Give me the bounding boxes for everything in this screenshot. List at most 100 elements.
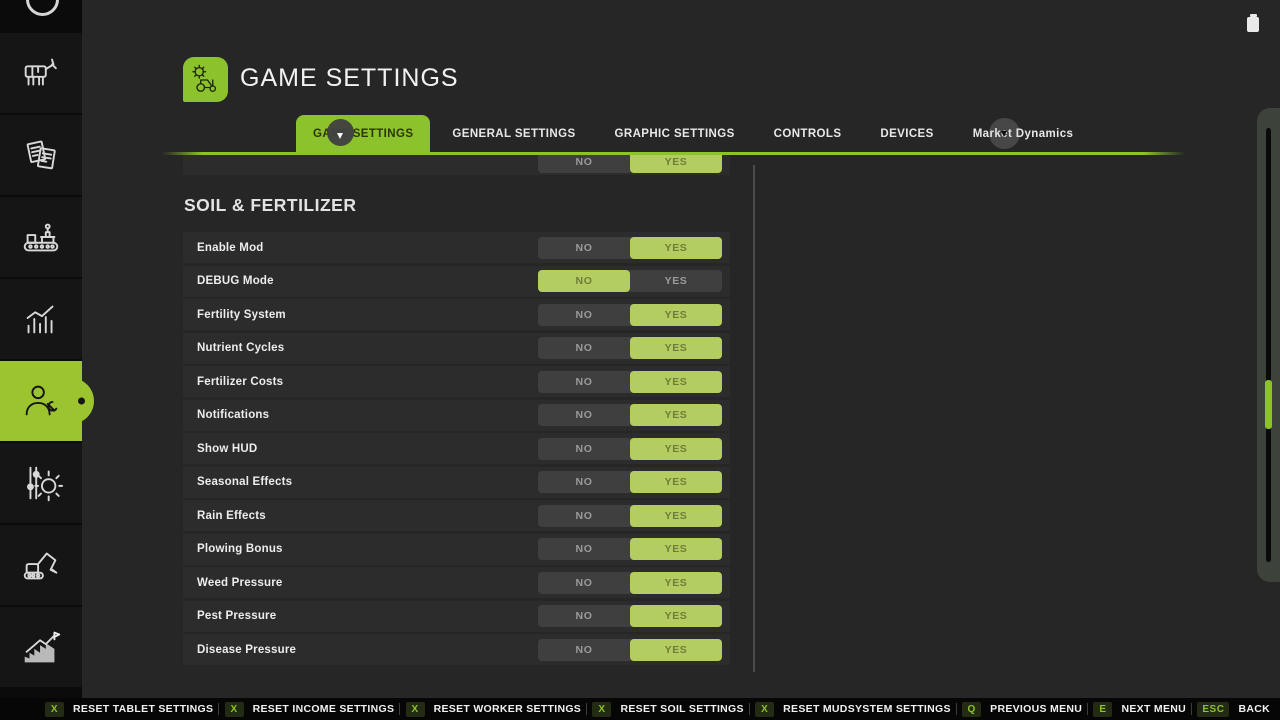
setting-label: Seasonal Effects xyxy=(197,476,292,488)
toggle-yes-button[interactable]: YES xyxy=(630,639,722,661)
statusbar: X RESET TABLET SETTINGS X RESET INCOME S… xyxy=(0,698,1280,720)
toggle-yes-button[interactable]: YES xyxy=(630,404,722,426)
settings-row-rain-effects: Rain Effects NO YES xyxy=(183,500,730,531)
setting-label: Rain Effects xyxy=(197,510,266,522)
sidebar-item-progress[interactable] xyxy=(0,607,82,687)
tab-game-settings[interactable]: GAME SETTINGS xyxy=(296,115,430,152)
toggle-no-button[interactable]: NO xyxy=(538,371,630,393)
yes-no-toggle: NO YES xyxy=(538,471,722,493)
tab-devices[interactable]: DEVICES xyxy=(863,115,950,152)
sidebar-item-contracts[interactable] xyxy=(0,115,82,195)
toggle-yes-button[interactable]: YES xyxy=(630,337,722,359)
tab-market-dynamics[interactable]: Market Dynamics xyxy=(956,115,1091,152)
hotkey-label: RESET MUDSYSTEM SETTINGS xyxy=(783,703,951,715)
player-settings-icon xyxy=(18,378,64,424)
tab-bar: GAME SETTINGSGENERAL SETTINGSGRAPHIC SET… xyxy=(296,115,1090,152)
setting-label: Plowing Bonus xyxy=(197,543,283,555)
tab-general-settings[interactable]: GENERAL SETTINGS xyxy=(435,115,592,152)
toggle-no-button[interactable]: NO xyxy=(538,155,630,173)
tab-controls[interactable]: CONTROLS xyxy=(757,115,859,152)
sidebar-item-production[interactable] xyxy=(0,197,82,277)
statusbar-separator xyxy=(586,703,587,715)
hotkey-badge: X xyxy=(406,702,425,717)
mouse-cursor xyxy=(989,118,1020,149)
toggle-no-button[interactable]: NO xyxy=(538,538,630,560)
statusbar-separator xyxy=(218,703,219,715)
statistics-icon xyxy=(18,296,64,342)
toggle-yes-button[interactable]: YES xyxy=(630,270,722,292)
settings-row-show-hud: Show HUD NO YES xyxy=(183,433,730,464)
yes-no-toggle: NO YES xyxy=(538,371,722,393)
construction-icon xyxy=(18,542,64,588)
settings-panel: NO YES SOIL & FERTILIZER Enable Mod NO Y… xyxy=(183,155,730,668)
settings-row-seasonal-effects: Seasonal Effects NO YES xyxy=(183,467,730,498)
sidebar xyxy=(0,0,82,698)
toggle-yes-button[interactable]: YES xyxy=(630,237,722,259)
yes-no-toggle: NO YES xyxy=(538,639,722,661)
toggle-yes-button[interactable]: YES xyxy=(630,538,722,560)
toggle-yes-button[interactable]: YES xyxy=(630,605,722,627)
setting-label: Disease Pressure xyxy=(197,644,296,656)
toggle-no-button[interactable]: NO xyxy=(538,639,630,661)
scrollbar-thumb[interactable] xyxy=(1265,380,1272,429)
statusbar-separator xyxy=(1191,703,1192,715)
yes-no-toggle: NO YES xyxy=(538,337,722,359)
setting-label: Fertilizer Costs xyxy=(197,376,283,388)
statusbar-separator xyxy=(956,703,957,715)
toggle-no-button[interactable]: NO xyxy=(538,270,630,292)
hotkey-reset-income-settings[interactable]: X RESET INCOME SETTINGS xyxy=(225,702,395,717)
toggle-no-button[interactable]: NO xyxy=(538,605,630,627)
toggle-yes-button[interactable]: YES xyxy=(630,371,722,393)
yes-no-toggle: NO YES xyxy=(538,304,722,326)
hotkey-badge: E xyxy=(1093,702,1112,717)
toggle-no-button[interactable]: NO xyxy=(538,572,630,594)
toggle-no-button[interactable]: NO xyxy=(538,438,630,460)
hotkey-badge: X xyxy=(592,702,611,717)
hotkey-reset-worker-settings[interactable]: X RESET WORKER SETTINGS xyxy=(406,702,581,717)
settings-row-disease-pressure: Disease Pressure NO YES xyxy=(183,634,730,665)
sidebar-item-player-settings[interactable] xyxy=(0,361,82,441)
setting-label: Pest Pressure xyxy=(197,610,276,622)
yes-no-toggle: NO YES xyxy=(538,270,722,292)
scrollbar-track[interactable] xyxy=(1266,128,1271,562)
toggle-no-button[interactable]: NO xyxy=(538,505,630,527)
hotkey-label: NEXT MENU xyxy=(1121,703,1186,715)
statusbar-separator xyxy=(749,703,750,715)
settings-row-notifications: Notifications NO YES xyxy=(183,400,730,431)
toggle-yes-button[interactable]: YES xyxy=(630,471,722,493)
game-tuning-icon xyxy=(18,460,64,506)
hotkey-badge: X xyxy=(225,702,244,717)
toggle-yes-button[interactable]: YES xyxy=(630,155,722,173)
toggle-no-button[interactable]: NO xyxy=(538,337,630,359)
tab-graphic-settings[interactable]: GRAPHIC SETTINGS xyxy=(598,115,752,152)
hotkey-label: RESET INCOME SETTINGS xyxy=(253,703,395,715)
hotkey-reset-tablet-settings[interactable]: X RESET TABLET SETTINGS xyxy=(45,702,213,717)
toggle-no-button[interactable]: NO xyxy=(538,404,630,426)
toggle-yes-button[interactable]: YES xyxy=(630,505,722,527)
hotkey-reset-soil-settings[interactable]: X RESET SOIL SETTINGS xyxy=(592,702,743,717)
toggle-yes-button[interactable]: YES xyxy=(630,438,722,460)
right-scrollbar[interactable] xyxy=(1257,108,1280,582)
hotkey-reset-mudsystem-settings[interactable]: X RESET MUDSYSTEM SETTINGS xyxy=(755,702,951,717)
active-item-notch xyxy=(68,378,94,424)
sidebar-item-game-tuning[interactable] xyxy=(0,443,82,523)
hotkey-badge: ESC xyxy=(1197,702,1229,717)
sidebar-item-statistics[interactable] xyxy=(0,279,82,359)
game-settings-screen: GAME SETTINGS GAME SETTINGSGENERAL SETTI… xyxy=(0,0,1280,720)
hotkey-previous-menu[interactable]: Q PREVIOUS MENU xyxy=(962,702,1082,717)
sidebar-item-animals[interactable] xyxy=(0,33,82,113)
toggle-no-button[interactable]: NO xyxy=(538,471,630,493)
battery-icon xyxy=(1247,17,1259,32)
toggle-yes-button[interactable]: YES xyxy=(630,304,722,326)
toggle-no-button[interactable]: NO xyxy=(538,237,630,259)
toggle-yes-button[interactable]: YES xyxy=(630,572,722,594)
progress-icon xyxy=(18,624,64,670)
setting-label: DEBUG Mode xyxy=(197,275,274,287)
hotkey-back[interactable]: ESC BACK xyxy=(1197,702,1270,717)
sidebar-item-construction[interactable] xyxy=(0,525,82,605)
production-icon xyxy=(18,214,64,260)
toggle-no-button[interactable]: NO xyxy=(538,304,630,326)
settings-tractor-icon xyxy=(183,57,228,102)
hotkey-next-menu[interactable]: E NEXT MENU xyxy=(1093,702,1186,717)
statusbar-separator xyxy=(1087,703,1088,715)
